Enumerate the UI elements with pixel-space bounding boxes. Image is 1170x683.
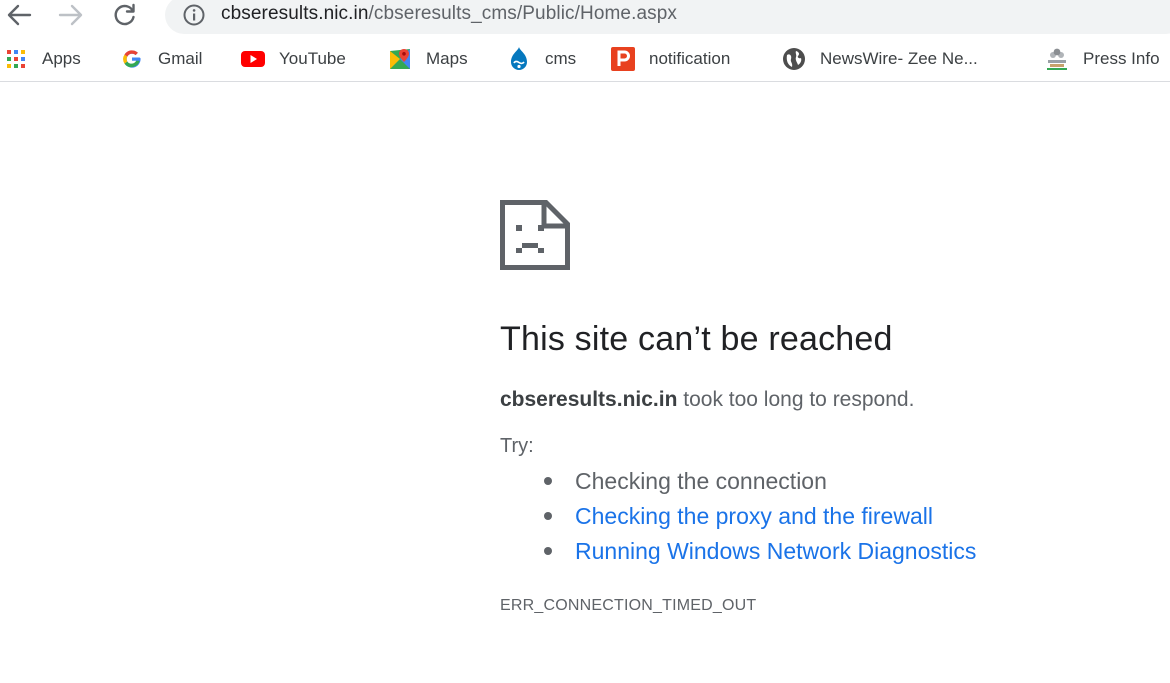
youtube-icon <box>241 47 265 71</box>
apps-grid-icon <box>4 47 28 71</box>
error-code: ERR_CONNECTION_TIMED_OUT <box>500 597 757 614</box>
bookmark-label: YouTube <box>279 49 346 68</box>
globe-icon <box>782 47 806 71</box>
bookmark-label: Apps <box>42 49 81 68</box>
sad-page-icon <box>500 200 570 270</box>
url-host: cbseresults.nic.in <box>221 3 369 24</box>
error-host: cbseresults.nic.in <box>500 388 678 411</box>
bookmark-press-info[interactable]: Press Info <box>1045 46 1160 72</box>
arrow-left-icon <box>7 4 32 26</box>
bullet-icon <box>544 547 552 555</box>
address-bar[interactable]: cbseresults.nic.in/cbseresults_cms/Publi… <box>165 0 1170 34</box>
bookmark-gmail[interactable]: Gmail <box>120 46 202 72</box>
suggestion-network-diagnostics-link[interactable]: Running Windows Network Diagnostics <box>575 538 976 564</box>
bookmark-apps[interactable]: Apps <box>4 46 81 72</box>
arrow-right-icon <box>58 4 83 26</box>
p-icon <box>611 47 635 71</box>
browser-toolbar: cbseresults.nic.in/cbseresults_cms/Publi… <box>0 0 1170 36</box>
bookmark-youtube[interactable]: YouTube <box>241 46 346 72</box>
bullet-icon <box>544 477 552 485</box>
bookmark-label: Gmail <box>158 49 203 68</box>
suggestion-item: Checking the proxy and the firewall <box>500 501 976 536</box>
reload-button[interactable] <box>108 0 142 30</box>
emblem-icon <box>1045 47 1069 71</box>
suggestion-item: Checking the connection <box>500 466 976 501</box>
bookmark-newswire[interactable]: NewsWire- Zee Ne... <box>782 46 978 72</box>
bookmark-maps[interactable]: Maps <box>388 46 468 72</box>
bookmark-label: Press Info <box>1083 49 1160 68</box>
suggestion-check-connection: Checking the connection <box>575 468 827 494</box>
suggestion-item: Running Windows Network Diagnostics <box>500 536 976 571</box>
forward-button[interactable] <box>54 0 88 30</box>
bookmark-label: NewsWire- Zee Ne... <box>820 49 978 68</box>
bookmarks-bar: Apps Gmail YouTube Maps cms notification… <box>0 37 1170 82</box>
bookmark-label: cms <box>545 49 577 68</box>
bookmark-cms[interactable]: cms <box>507 46 576 72</box>
try-label: Try: <box>500 435 534 457</box>
google-g-icon <box>120 47 144 71</box>
error-message-text: took too long to respond. <box>683 388 915 411</box>
bullet-icon <box>544 512 552 520</box>
maps-icon <box>388 47 412 71</box>
suggestion-proxy-firewall-link[interactable]: Checking the proxy and the firewall <box>575 503 933 529</box>
url-text[interactable]: cbseresults.nic.in/cbseresults_cms/Publi… <box>221 3 677 25</box>
suggestion-list: Checking the connection Checking the pro… <box>500 466 976 571</box>
bookmark-notification[interactable]: notification <box>611 46 730 72</box>
error-message: cbseresults.nic.in took too long to resp… <box>500 388 914 412</box>
error-title: This site can’t be reached <box>500 320 893 358</box>
url-path: /cbseresults_cms/Public/Home.aspx <box>368 3 677 24</box>
drupal-icon <box>507 47 531 71</box>
back-button[interactable] <box>2 0 36 30</box>
info-icon[interactable] <box>183 4 205 26</box>
reload-icon <box>114 3 135 26</box>
bookmark-label: Maps <box>426 49 468 68</box>
bookmark-label: notification <box>649 49 731 68</box>
